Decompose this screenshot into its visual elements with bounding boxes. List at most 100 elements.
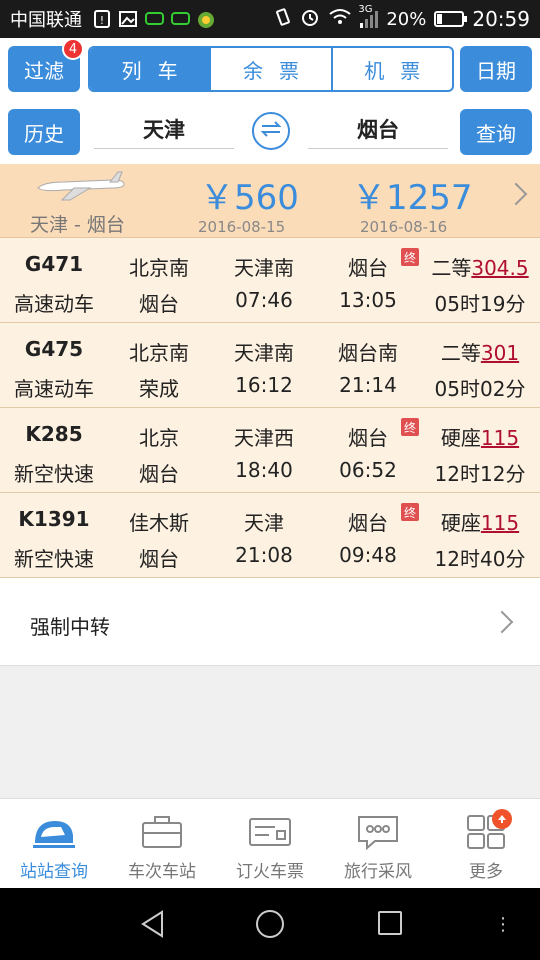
arrival-time: 13:05 <box>339 288 397 312</box>
bottom-tab-bar: 站站查询 车次车站 订火车票 旅行采风 更多 <box>0 798 540 888</box>
sim-alert-icon: ! <box>92 10 112 28</box>
arrival-time: 06:52 <box>339 458 397 482</box>
origin-station: 北京 <box>139 426 179 450</box>
wechat-icon-2 <box>170 10 190 28</box>
arrival-time: 21:14 <box>339 373 397 397</box>
origin-station: 佳木斯 <box>129 511 189 535</box>
train-row[interactable]: G475 高速动车 北京南 荣成 天津南 16:12 烟台南 21:14 05时02分 二等301 <box>0 323 540 408</box>
train-icon <box>31 813 77 851</box>
travel-duration: 05时19分 <box>434 292 526 316</box>
departure-time: 18:40 <box>235 458 293 482</box>
battery-icon <box>434 11 468 27</box>
back-icon[interactable] <box>140 910 166 942</box>
seat-price: 二等304.5 <box>420 252 540 281</box>
image-icon <box>118 10 138 28</box>
terminal-tag: 终 <box>401 248 419 266</box>
briefcase-icon <box>139 813 185 851</box>
terminal-tag: 终 <box>401 503 419 521</box>
departure-time: 21:08 <box>235 543 293 567</box>
ticket-price-link[interactable]: 301 <box>481 341 519 365</box>
arrival-time: 09:48 <box>339 543 397 567</box>
menu-dots-icon[interactable]: ⋮ <box>494 914 512 935</box>
tab-label: 车次车站 <box>128 862 196 882</box>
from-city-field[interactable]: 天津 <box>94 109 234 149</box>
battery-percent: 20% <box>386 8 427 30</box>
seat-class: 二等 <box>440 341 481 365</box>
departure-station: 天津 <box>244 511 284 535</box>
chevron-right-icon <box>490 610 514 634</box>
train-type: 高速动车 <box>14 292 94 316</box>
seat-price: 硬座115 <box>420 507 540 536</box>
swap-icon <box>259 119 283 144</box>
carrier-name: 中国联通 <box>10 10 82 31</box>
network-type: 3G <box>358 4 373 15</box>
to-city-field[interactable]: 烟台 <box>308 109 448 149</box>
train-code: K285 <box>25 422 83 446</box>
origin-station: 北京南 <box>129 341 189 365</box>
arrival-station: 烟台南 <box>338 341 398 365</box>
flight-price-banner[interactable]: 天津 - 烟台 ￥560 2016-08-15 ￥1257 2016-08-16 <box>0 164 540 238</box>
train-row[interactable]: K285 新空快速 北京 烟台 天津西 18:40 烟台 06:52 12时12分 硬座115 终 <box>0 408 540 493</box>
terminal-tag: 终 <box>401 418 419 436</box>
alarm-icon <box>300 7 320 32</box>
query-button[interactable]: 查询 <box>460 109 532 155</box>
filter-count-badge: 4 <box>62 38 84 60</box>
airplane-icon <box>34 170 126 206</box>
tab-chat[interactable]: 旅行采风 <box>324 799 432 888</box>
filter-label: 过滤 <box>24 58 64 83</box>
departure-station: 天津西 <box>234 426 294 450</box>
train-list: G471 高速动车 北京南 烟台 天津南 07:46 烟台 13:05 05时19分 二等304.… <box>0 238 540 578</box>
train-code: G475 <box>24 337 84 361</box>
train-type: 新空快速 <box>14 547 94 571</box>
tab-label: 站站查询 <box>20 862 88 882</box>
svg-text:!: ! <box>100 14 104 27</box>
departure-station: 天津南 <box>234 256 294 280</box>
system-nav-bar: ⋮ <box>0 888 540 960</box>
tab-label: 旅行采风 <box>344 862 412 882</box>
terminal-station: 烟台 <box>139 547 179 571</box>
tab-ticket[interactable]: 订火车票 <box>216 799 324 888</box>
terminal-station: 烟台 <box>139 292 179 316</box>
wifi-icon <box>328 8 352 31</box>
tab-label: 订火车票 <box>236 862 304 882</box>
departure-time: 16:12 <box>235 373 293 397</box>
seat-class: 硬座 <box>440 426 481 450</box>
travel-duration: 05时02分 <box>434 377 526 401</box>
status-right: 3G 20% 20:59 <box>274 4 530 32</box>
terminal-station: 烟台 <box>139 462 179 486</box>
travel-duration: 12时12分 <box>434 462 526 486</box>
forced-transfer-row[interactable]: 强制中转 <box>0 578 540 666</box>
train-type: 新空快速 <box>14 462 94 486</box>
transfer-label: 强制中转 <box>30 615 110 639</box>
train-row[interactable]: K1391 新空快速 佳木斯 烟台 天津 21:08 烟台 09:48 12时40分 硬座115 终 <box>0 493 540 578</box>
seat-price: 二等301 <box>420 337 540 366</box>
segment-tab-2[interactable]: 机票 <box>330 48 452 90</box>
ticket-price-link[interactable]: 115 <box>481 426 519 450</box>
ticket-price-link[interactable]: 304.5 <box>471 256 528 280</box>
history-button[interactable]: 历史 <box>8 109 80 155</box>
search-header: 过滤 4 列车 余票 机票 日期 历史 天津 烟台 查询 <box>0 38 540 164</box>
travel-duration: 12时40分 <box>434 547 526 571</box>
tab-grid[interactable]: 更多 <box>432 799 540 888</box>
flight-route: 天津 - 烟台 <box>30 214 125 236</box>
tab-briefcase[interactable]: 车次车站 <box>108 799 216 888</box>
train-code: K1391 <box>18 507 90 531</box>
date-button[interactable]: 日期 <box>460 46 532 92</box>
segment-tab-1[interactable]: 余票 <box>209 48 330 90</box>
flight-date-2: 2016-08-16 <box>360 218 448 236</box>
flight-price-2: ￥1257 <box>352 178 473 218</box>
status-bar: 中国联通 ! 3G 20% 20:59 <box>0 0 540 38</box>
swap-cities-button[interactable] <box>252 112 290 150</box>
upgrade-arrow-icon <box>492 809 512 829</box>
flight-price-1: ￥560 <box>200 178 299 218</box>
home-icon[interactable] <box>256 910 284 938</box>
train-row[interactable]: G471 高速动车 北京南 烟台 天津南 07:46 烟台 13:05 05时19分 二等304.… <box>0 238 540 323</box>
tab-train[interactable]: 站站查询 <box>0 799 108 888</box>
ticket-price-link[interactable]: 115 <box>481 511 519 535</box>
ticket-icon <box>247 813 293 851</box>
segment-tab-0[interactable]: 列车 <box>90 48 210 90</box>
filter-button[interactable]: 过滤 4 <box>8 38 84 92</box>
clock: 20:59 <box>472 7 530 31</box>
departure-station: 天津南 <box>234 341 294 365</box>
recent-apps-icon[interactable] <box>378 911 402 935</box>
